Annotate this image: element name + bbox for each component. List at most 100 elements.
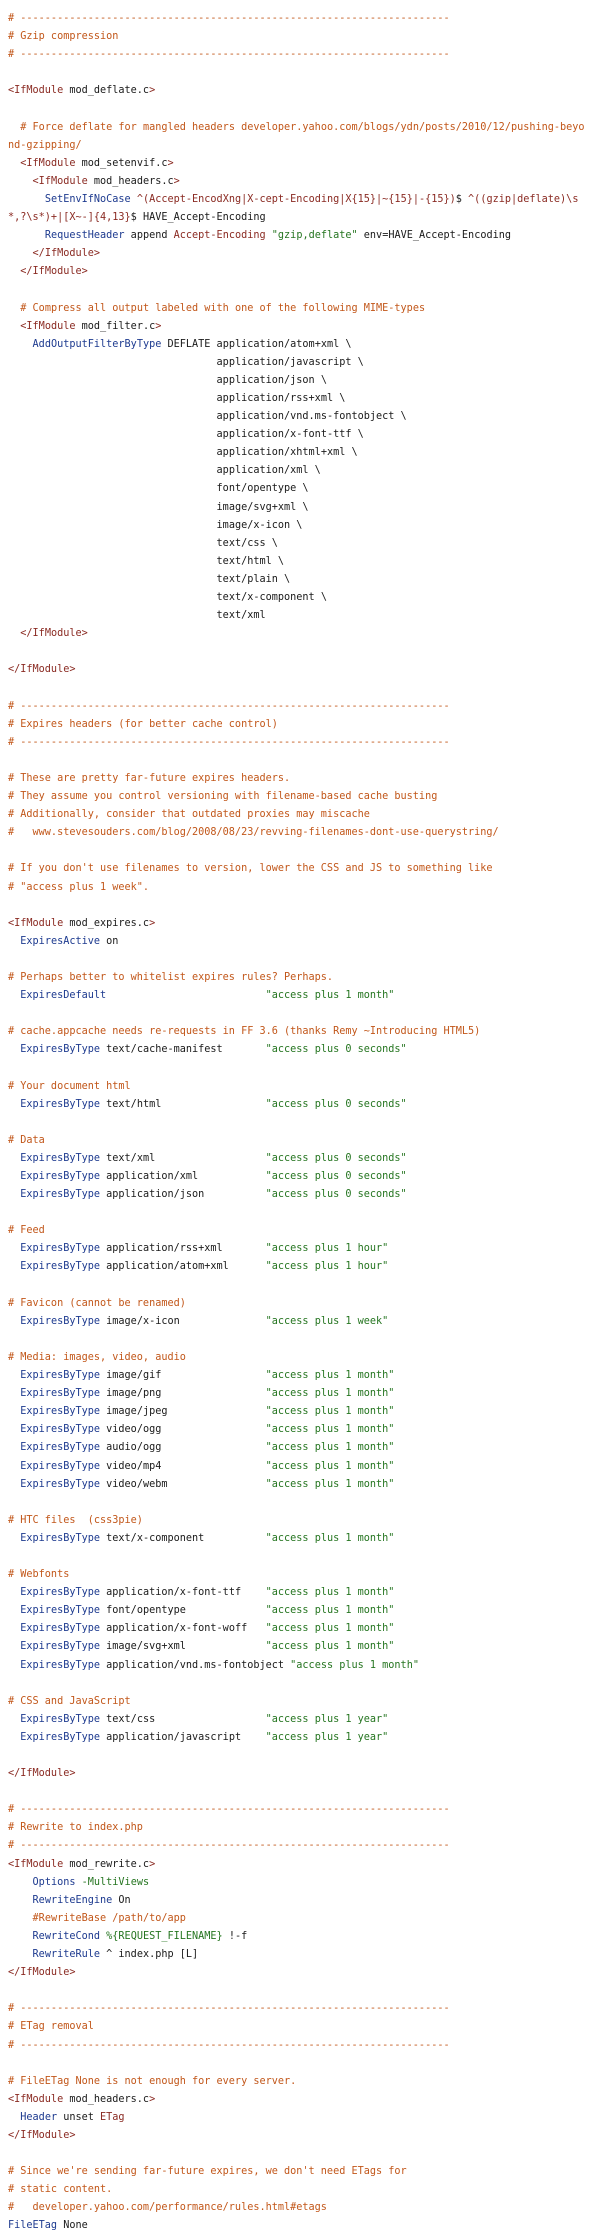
plain-token: text/cache-manifest	[100, 1044, 266, 1056]
directive-token: ExpiresByType	[20, 1044, 101, 1056]
directive-token: ExpiresByType	[20, 1098, 101, 1110]
code-line: </IfModule>	[8, 625, 588, 643]
comment-token: # Your document html	[8, 1080, 131, 1092]
comment-token: # Perhaps better to whitelist expires ru…	[8, 971, 334, 983]
tag-token: <IfModule	[8, 1858, 64, 1870]
string-token: "access plus 0 seconds"	[265, 1152, 407, 1164]
string-token: "access plus 1 month"	[265, 1605, 395, 1617]
comment-token: # --------------------------------------…	[8, 13, 450, 24]
code-line: ExpiresByType font/opentype "access plus…	[8, 1602, 588, 1620]
code-line: # --------------------------------------…	[8, 734, 588, 752]
string-token: "access plus 1 month"	[265, 1442, 395, 1454]
directive-token: AddOutputFilterByType	[32, 338, 162, 350]
string-token: "access plus 1 hour"	[265, 1243, 389, 1255]
directive-token: ExpiresByType	[20, 1641, 101, 1653]
code-line: </IfModule>	[8, 1765, 588, 1783]
code-line: # --------------------------------------…	[8, 2037, 588, 2055]
code-line: ExpiresByType image/x-icon "access plus …	[8, 1313, 588, 1331]
plain-token: video/webm	[100, 1478, 266, 1490]
plain-token: video/mp4	[100, 1460, 266, 1472]
string-token: "access plus 1 month"	[265, 1406, 395, 1418]
comment-token: # developer.yahoo.com/performance/rules.…	[8, 2202, 327, 2214]
plain-token: append	[124, 230, 174, 242]
plain-token: mod_filter.c	[75, 320, 156, 332]
plain-token: application/vnd.ms-fontobject \	[8, 411, 407, 423]
plain-token: text/xml	[100, 1152, 266, 1164]
tag-token: >	[167, 157, 174, 169]
code-line: <IfModule mod_headers.c>	[8, 173, 588, 191]
string-token: %{REQUEST_FILENAME}	[106, 1930, 223, 1942]
string-token: "gzip,deflate"	[271, 230, 358, 242]
code-line: # Since we're sending far-future expires…	[8, 2163, 588, 2181]
plain-token: image/x-icon \	[8, 519, 303, 531]
directive-token: ExpiresByType	[20, 1713, 101, 1725]
code-line: </IfModule>	[8, 661, 588, 679]
code-line: SetEnvIfNoCase ^(Accept-EncodXng|X-cept-…	[8, 191, 588, 227]
code-line: application/json \	[8, 372, 588, 390]
code-line: application/xhtml+xml \	[8, 444, 588, 462]
code-line: ExpiresActive on	[8, 933, 588, 951]
code-line: ExpiresByType text/cache-manifest "acces…	[8, 1041, 588, 1059]
comment-token: # Compress all output labeled with one o…	[8, 302, 426, 314]
plain-token: mod_setenvif.c	[75, 157, 168, 169]
plain-token: video/ogg	[100, 1424, 266, 1436]
code-line: # Gzip compression	[8, 28, 588, 46]
plain-token: mod_deflate.c	[63, 85, 150, 97]
string-token: "access plus 1 month"	[265, 1623, 395, 1635]
directive-token: SetEnvIfNoCase	[44, 193, 131, 205]
directive-token: ExpiresByType	[20, 1442, 101, 1454]
code-line: ExpiresByType application/x-font-woff "a…	[8, 1620, 588, 1638]
tag-token: </IfModule>	[8, 1768, 76, 1780]
plain-token: application/xml \	[8, 465, 321, 477]
directive-token: ExpiresByType	[20, 1243, 101, 1255]
plain-token: audio/ogg	[100, 1442, 266, 1454]
code-line: text/css \	[8, 535, 588, 553]
code-line: ExpiresDefault "access plus 1 month"	[8, 987, 588, 1005]
plain-token: text/x-component \	[8, 592, 327, 603]
plain-token: text/plain \	[8, 573, 291, 585]
string-token: "access plus 0 seconds"	[265, 1189, 407, 1201]
comment-token: # Expires headers (for better cache cont…	[8, 718, 278, 730]
code-line: ExpiresByType application/vnd.ms-fontobj…	[8, 1657, 588, 1675]
comment-token: # Feed	[8, 1225, 45, 1237]
code-line: # Compress all output labeled with one o…	[8, 300, 588, 318]
tag-token: <IfModule	[32, 175, 88, 187]
string-token: "access plus 1 hour"	[265, 1261, 389, 1273]
string-token: "access plus 1 month"	[265, 1478, 395, 1490]
comment-token: # Favicon (cannot be renamed)	[8, 1297, 186, 1309]
directive-token: ExpiresByType	[20, 1189, 101, 1201]
code-line: text/xml	[8, 607, 588, 625]
plain-token: mod_expires.c	[63, 917, 150, 929]
string-token: "access plus 0 seconds"	[265, 1171, 407, 1182]
code-line: ExpiresByType video/ogg "access plus 1 m…	[8, 1421, 588, 1439]
code-line: ExpiresByType image/gif "access plus 1 m…	[8, 1367, 588, 1385]
string-token: "access plus 1 month"	[265, 1641, 395, 1653]
code-line: Header unset ETag	[8, 2109, 588, 2127]
tag-token: <IfModule	[20, 320, 76, 332]
code-line: # HTC files (css3pie)	[8, 1512, 588, 1530]
directive-token: ExpiresActive	[20, 935, 101, 947]
tag-token: </IfModule>	[8, 1967, 76, 1979]
comment-token: # --------------------------------------…	[8, 2003, 450, 2015]
plain-token: image/svg+xml	[100, 1641, 266, 1653]
code-line: # CSS and JavaScript	[8, 1693, 588, 1711]
tag-token: Accept-Encoding	[173, 230, 266, 242]
plain-token: text/html	[100, 1098, 266, 1110]
